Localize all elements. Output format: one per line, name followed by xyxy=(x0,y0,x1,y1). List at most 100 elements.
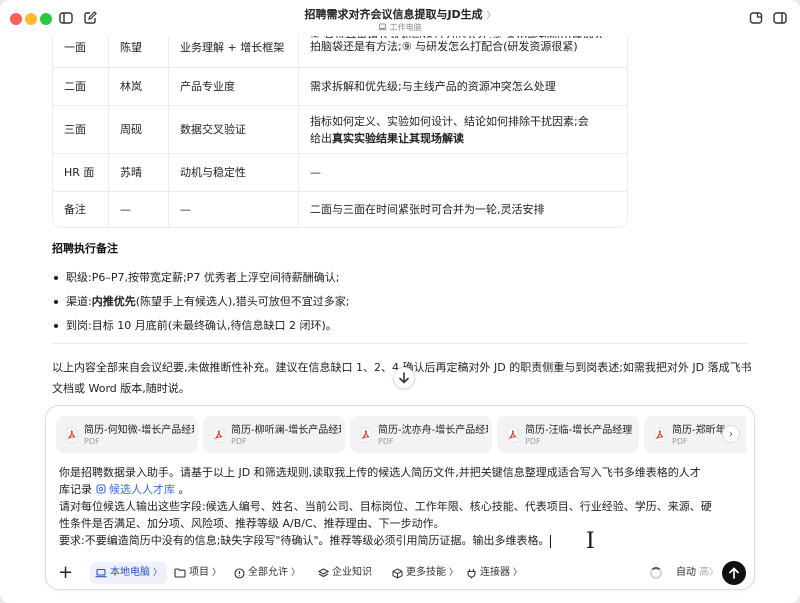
prompt-line: 库记录 候选人人才库 。 xyxy=(59,481,749,498)
table-cell: 动机与稳定性 xyxy=(169,153,299,191)
table-cell: 周砚 xyxy=(109,105,169,153)
send-button[interactable] xyxy=(722,561,746,585)
chevron-right-icon: › xyxy=(729,428,733,440)
attachment-card[interactable]: 简历-柳听澜-增长产品经理 PDF xyxy=(203,416,345,453)
pdf-icon xyxy=(360,427,372,443)
pdf-icon xyxy=(213,427,225,443)
cell-text: 给出 xyxy=(310,131,332,145)
prompt-text: 要求:不要编造简历中没有的信息;缺失字段写"待确认"。推荐等级必须引用简历证据。… xyxy=(59,534,550,547)
bullet-text: 目标 10 月底前(未最终确认,待信息缺口 2 闭环)。 xyxy=(91,319,337,332)
prompt-text: 库记录 xyxy=(59,483,92,496)
folder-icon xyxy=(174,568,186,578)
attachment-name: 简历-柳听澜-增长产品经理 xyxy=(231,425,341,436)
text-cursor-icon: I xyxy=(586,529,595,554)
permissions-button[interactable]: 全部允许 〉 xyxy=(234,562,300,584)
table-cell: 需求拆解和优先级;与主线产品的资源冲突怎么处理 xyxy=(299,67,627,105)
attachment-name: 简历-汪临-增长产品经理 xyxy=(525,425,633,436)
table-cell: 苏晴 xyxy=(109,153,169,191)
permissions-label: 全部允许 xyxy=(248,567,288,578)
pdf-icon xyxy=(654,427,666,443)
table-cell: 林岚 xyxy=(109,67,169,105)
layers-icon xyxy=(318,567,329,577)
table-cell: 二面 xyxy=(53,67,109,105)
auto-mode-selector[interactable]: 自动 高〉 xyxy=(676,562,718,584)
share-button[interactable] xyxy=(748,10,766,28)
pdf-icon xyxy=(66,427,78,443)
text-caret xyxy=(549,534,551,548)
attachment-list: 简历-何知微-增长产品经理 PDF 简历-柳听澜-增长产品经理 PDF 简历-沈… xyxy=(56,416,746,453)
attachment-card[interactable]: 简历-何知微-增长产品经理 PDF xyxy=(56,416,198,453)
attachment-card[interactable]: 简历-沈亦舟-增长产品经理 PDF xyxy=(350,416,492,453)
cell-line: 拍脑袋还是有方法;⑨ 与研发怎么打配合(研发资源很紧) xyxy=(310,40,578,53)
project-button[interactable]: 项目 〉 xyxy=(174,562,221,584)
table-row: 备注 — — 二面与三面在时间紧张时可合并为一轮,灵活安排 xyxy=(53,191,627,227)
attachment-name: 简历-何知微-增长产品经理 xyxy=(84,425,194,436)
chevron-right-icon: 〉 xyxy=(212,568,222,578)
local-computer-label: 本地电脑 xyxy=(110,567,150,578)
more-skills-label: 更多技能 xyxy=(406,567,446,578)
composer-toolbar: + 本地电脑 〉 项目 〉 全部允许 〉 企业知识 更多技能 〉 连接器 〉 自… xyxy=(56,561,746,585)
section-heading: 招聘执行备注 xyxy=(52,242,118,255)
laptop-icon xyxy=(378,23,387,31)
chevron-right-icon: 〉 xyxy=(486,11,496,21)
table-cell: 备注 xyxy=(53,191,109,227)
table-cell: 产品专业度 xyxy=(169,67,299,105)
chat-transcript[interactable]: 一面 陈望 业务理解 + 增长框架 ④ 有试具备增长认知与执行力的人才;⑤ 未招… xyxy=(0,26,800,406)
share-icon xyxy=(749,12,763,24)
attachment-name: 简历-沈亦舟-增长产品经理 xyxy=(378,425,488,436)
right-panel-toggle-button[interactable] xyxy=(772,10,790,28)
workspace-label-text: 工作电脑 xyxy=(389,23,422,32)
table-cell: HR 面 xyxy=(53,153,109,191)
cell-bold-text: 真实实验结果让其现场解读 xyxy=(332,131,464,145)
attachment-type: PDF xyxy=(84,437,100,446)
bullet-text: P6–P7,按带宽定薪;P7 优秀者上浮空间待薪酬确认; xyxy=(91,271,340,284)
scroll-to-bottom-button[interactable] xyxy=(393,367,415,389)
knowledge-base-mention[interactable]: 候选人人才库 xyxy=(95,483,175,496)
connectors-button[interactable]: 连接器 〉 xyxy=(466,562,522,584)
window-title[interactable]: 招聘需求对齐会议信息提取与JD生成 〉 xyxy=(0,6,800,22)
prompt-line: 性条件是否满足、加分项、风险项、推荐等级 A/B/C、推荐理由、下一步动作。 xyxy=(59,517,445,530)
window-title-text: 招聘需求对齐会议信息提取与JD生成 xyxy=(304,8,483,21)
table-cell: 指标如何定义、实验如何设计、结论如何排除干扰因素;会 给出真实实验结果让其现场解… xyxy=(299,105,627,153)
add-button[interactable]: + xyxy=(58,562,73,584)
arrow-down-icon xyxy=(399,372,409,384)
attachments-next-button[interactable]: › xyxy=(722,425,740,443)
cell-line: 指标如何定义、实验如何设计、结论如何排除干扰因素;会 xyxy=(310,114,589,128)
prompt-text: 。 xyxy=(178,483,190,496)
bullet-list: 职级:P6–P7,按带宽定薪;P7 优秀者上浮空间待薪酬确认; 渠道:内推优先(… xyxy=(52,266,350,338)
app-window: 一面 陈望 业务理解 + 增长框架 ④ 有试具备增长认知与执行力的人才;⑤ 未招… xyxy=(0,0,800,603)
chevron-right-icon: 〉 xyxy=(709,568,719,578)
prompt-input[interactable]: 你是招聘数据录入助手。请基于以上 JD 和筛选规则,读取我上传的候选人简历文件,… xyxy=(59,464,749,549)
attachment-type: PDF xyxy=(672,437,688,446)
more-skills-button[interactable]: 更多技能 〉 xyxy=(392,562,458,584)
list-item: 渠道:内推优先(陈望手上有候选人),猎头可放但不宜过多家; xyxy=(52,290,350,314)
cell-line: 给出真实实验结果让其现场解读 xyxy=(310,130,616,147)
table-cell: — xyxy=(109,191,169,227)
cube-icon xyxy=(392,567,403,579)
bullet-label: 渠道: xyxy=(66,295,92,308)
message-composer[interactable]: 简历-何知微-增长产品经理 PDF 简历-柳听澜-增长产品经理 PDF 简历-沈… xyxy=(45,405,755,590)
table-row: 三面 周砚 数据交叉验证 指标如何定义、实验如何设计、结论如何排除干扰因素;会 … xyxy=(53,105,627,153)
list-item: 到岗:目标 10 月底前(未最终确认,待信息缺口 2 闭环)。 xyxy=(52,314,350,338)
enterprise-knowledge-label: 企业知识 xyxy=(332,567,372,578)
knowledge-base-link-text: 候选人人才库 xyxy=(109,483,175,496)
bullet-text: (陈望手上有候选人),猎头可放但不宜过多家; xyxy=(135,295,350,308)
prompt-line: 请对每位候选人输出这些字段:候选人编号、姓名、当前公司、目标岗位、工作年限、核心… xyxy=(59,500,712,513)
pdf-icon xyxy=(507,427,519,443)
table-row: 二面 林岚 产品专业度 需求拆解和优先级;与主线产品的资源冲突怎么处理 xyxy=(53,67,627,105)
prompt-line: 你是招聘数据录入助手。请基于以上 JD 和筛选规则,读取我上传的候选人简历文件,… xyxy=(59,466,701,479)
bullet-bold-text: 内推优先 xyxy=(91,295,136,308)
panel-right-icon xyxy=(773,12,787,24)
chevron-right-icon: 〉 xyxy=(513,568,523,578)
chevron-right-icon: 〉 xyxy=(291,568,301,578)
attachment-card[interactable]: 简历-汪临-增长产品经理 PDF xyxy=(497,416,639,453)
prompt-line: 要求:不要编造简历中没有的信息;缺失字段写"待确认"。推荐等级必须引用简历证据。… xyxy=(59,532,749,549)
bullet-label: 到岗: xyxy=(66,319,92,332)
arrow-up-icon xyxy=(729,567,739,579)
project-label: 项目 xyxy=(189,567,209,578)
table-cell: — xyxy=(299,153,627,191)
enterprise-knowledge-button[interactable]: 企业知识 xyxy=(318,562,372,584)
local-computer-button[interactable]: 本地电脑 〉 xyxy=(90,562,168,584)
alert-circle-icon xyxy=(234,567,245,579)
table-icon xyxy=(95,484,106,494)
